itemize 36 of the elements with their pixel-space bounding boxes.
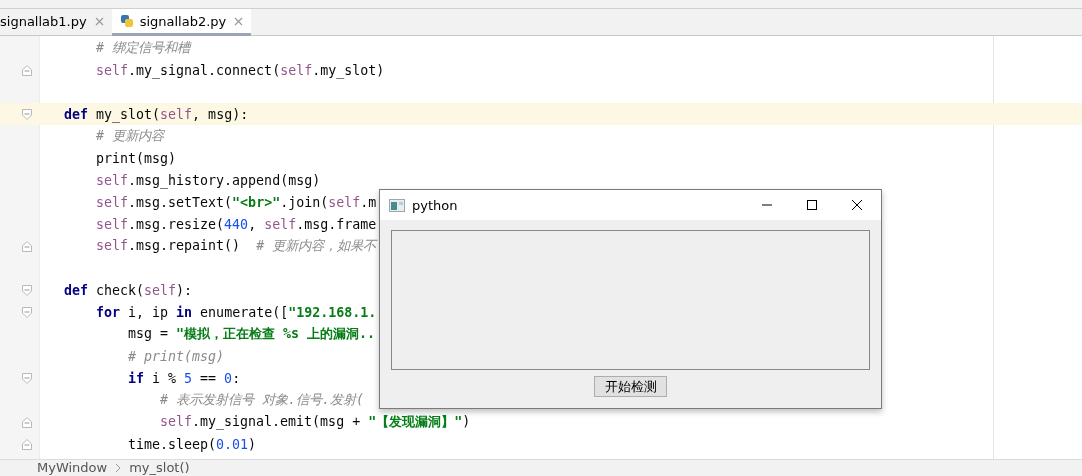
python-file-icon: [119, 14, 134, 28]
window-icon: [389, 198, 405, 212]
fold-icon[interactable]: [22, 108, 32, 120]
code-line: self.msg.setText("<br>".join(self.m: [96, 194, 377, 210]
code-line: def my_slot(self, msg):: [64, 106, 249, 122]
fold-icon[interactable]: [22, 306, 32, 318]
code-line: # 表示发射信号 对象.信号.发射(: [160, 391, 365, 409]
maximize-icon[interactable]: [806, 199, 818, 211]
code-line: self.msg.resize(440, self.msg.frame: [96, 216, 377, 232]
code-line: print(msg): [96, 150, 177, 166]
code-line: for i, ip in enumerate(["192.168.1.: [96, 304, 377, 320]
code-line: def check(self):: [64, 282, 193, 298]
code-line: self.my_signal.connect(self.my_slot): [96, 62, 385, 78]
code-line: if i % 5 == 0:: [128, 370, 241, 386]
fold-icon[interactable]: [22, 416, 32, 428]
file-tab[interactable]: signallab1.py: [0, 9, 112, 36]
breadcrumb-item[interactable]: my_slot(): [129, 460, 190, 476]
breadcrumb-item[interactable]: MyWindow: [37, 460, 108, 476]
fold-icon[interactable]: [22, 240, 32, 252]
code-line: self.msg.repaint() # 更新内容，如果不: [96, 237, 377, 255]
fold-icon[interactable]: [22, 64, 32, 76]
file-tab[interactable]: signallab2.py: [111, 9, 252, 36]
code-line: # print(msg): [128, 348, 225, 364]
code-line: msg = "模拟，正在检查 %s 上的漏洞..: [128, 325, 376, 343]
code-line: self.msg_history.append(msg): [96, 172, 321, 188]
start-button[interactable]: 开始检测: [594, 376, 667, 397]
window-title: python: [412, 197, 458, 213]
fold-icon[interactable]: [22, 284, 32, 296]
code-line: # 绑定信号和槽: [96, 39, 190, 57]
close-icon[interactable]: [851, 199, 863, 211]
code-line: self.my_signal.emit(msg + "【发现漏洞】"): [160, 413, 471, 431]
code-line: # 更新内容: [96, 127, 164, 145]
fold-icon[interactable]: [22, 438, 32, 450]
code-line: time.sleep(0.01): [128, 436, 257, 452]
chevron-icon: [115, 463, 122, 473]
fold-icon[interactable]: [22, 372, 32, 384]
